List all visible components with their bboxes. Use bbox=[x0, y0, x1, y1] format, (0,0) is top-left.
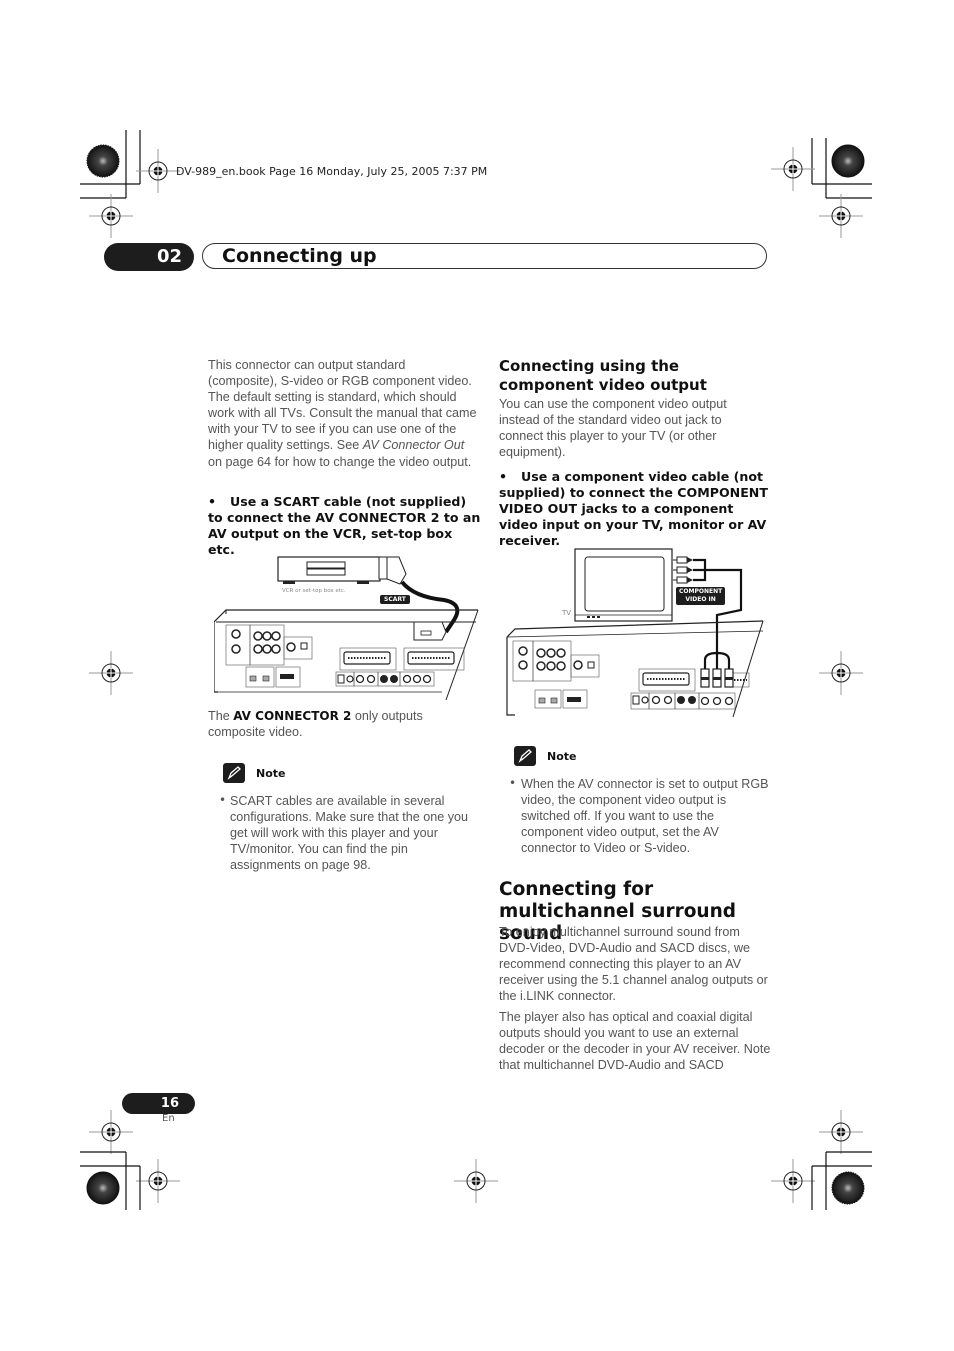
note-label: Note bbox=[256, 767, 286, 780]
note-pencil-icon bbox=[223, 763, 245, 783]
component-diagram bbox=[506, 548, 764, 718]
section-heading-component-video: Connecting using the component video out… bbox=[499, 357, 707, 394]
registration-mark-icon bbox=[88, 1109, 134, 1155]
tv-label: TV bbox=[562, 609, 572, 617]
chapter-number-badge: 02 bbox=[104, 243, 194, 271]
note-item: When the AV connector is set to output R… bbox=[521, 777, 769, 856]
component-instruction-text: Use a component video cable (not supplie… bbox=[499, 469, 768, 549]
caption-bold: AV CONNECTOR 2 bbox=[233, 709, 352, 723]
page-number-badge: 16 bbox=[122, 1093, 195, 1114]
scart-label: SCART bbox=[380, 595, 410, 604]
intro-link-av-connector-out: AV Connector Out bbox=[362, 438, 465, 453]
bullet: • bbox=[219, 793, 227, 807]
note-label: Note bbox=[547, 750, 577, 763]
print-header: DV-989_en.book Page 16 Monday, July 25, … bbox=[176, 165, 488, 178]
registration-mark-icon bbox=[135, 1158, 181, 1204]
scart-diagram bbox=[213, 556, 479, 701]
rca-plugs-icon bbox=[673, 556, 743, 655]
registration-mark-icon bbox=[453, 1158, 499, 1204]
intro-text-end: on page 64 for how to change the video o… bbox=[208, 454, 472, 469]
note-item: SCART cables are available in several co… bbox=[230, 794, 469, 873]
page-language: En bbox=[162, 1113, 175, 1124]
scart-connection-figure: VCR or set-top box etc. SCART bbox=[213, 552, 480, 702]
vcr-device-icon bbox=[277, 556, 381, 584]
multichannel-paragraph-1: To enjoy multichannel surround sound fro… bbox=[499, 925, 768, 1004]
registration-mark-icon bbox=[88, 193, 134, 239]
chapter-title: Connecting up bbox=[222, 245, 377, 267]
label-line: COMPONENT bbox=[679, 588, 723, 595]
crop-mark-top-right bbox=[811, 138, 872, 199]
player-rear-panel bbox=[213, 609, 479, 701]
label-line: VIDEO IN bbox=[685, 596, 716, 603]
crop-mark-top-left bbox=[80, 130, 141, 199]
component-connection-figure: TV COMPONENT VIDEO IN bbox=[505, 545, 767, 721]
component-instruction: • Use a component video cable (not suppli… bbox=[499, 469, 774, 549]
crop-mark-bottom-left bbox=[80, 1151, 141, 1210]
vcr-label: VCR or set-top box etc. bbox=[282, 588, 346, 594]
note-pencil-icon bbox=[514, 746, 536, 766]
crop-mark-bottom-right bbox=[811, 1151, 872, 1210]
bullet: • bbox=[208, 494, 217, 509]
pencil-glyph bbox=[518, 749, 532, 763]
registration-mark-icon bbox=[770, 1158, 816, 1204]
registration-mark-icon bbox=[818, 1109, 864, 1155]
registration-mark-icon bbox=[135, 148, 181, 194]
registration-mark-icon bbox=[818, 193, 864, 239]
bullet: • bbox=[509, 776, 517, 790]
av-connector-caption: The AV CONNECTOR 2 only outputs composit… bbox=[208, 708, 478, 740]
component-video-in-label: COMPONENT VIDEO IN bbox=[676, 587, 726, 605]
registration-mark-icon bbox=[88, 650, 134, 696]
component-video-paragraph: You can use the component video output i… bbox=[499, 397, 727, 460]
component-plugs-icon bbox=[700, 651, 734, 706]
registration-mark-icon bbox=[770, 146, 816, 192]
tv-icon bbox=[574, 548, 673, 622]
scart-plug-icon bbox=[378, 556, 407, 585]
multichannel-paragraph-2: The player also has optical and coaxial … bbox=[499, 1010, 771, 1073]
intro-paragraph: This connector can output standard (comp… bbox=[208, 357, 478, 470]
scart-instruction-text: Use a SCART cable (not supplied) to conn… bbox=[208, 494, 481, 558]
bullet: • bbox=[499, 469, 508, 484]
pencil-glyph bbox=[227, 766, 241, 780]
caption-text: The bbox=[208, 709, 234, 723]
scart-instruction: • Use a SCART cable (not supplied) to con… bbox=[208, 494, 483, 558]
registration-mark-icon bbox=[818, 650, 864, 696]
